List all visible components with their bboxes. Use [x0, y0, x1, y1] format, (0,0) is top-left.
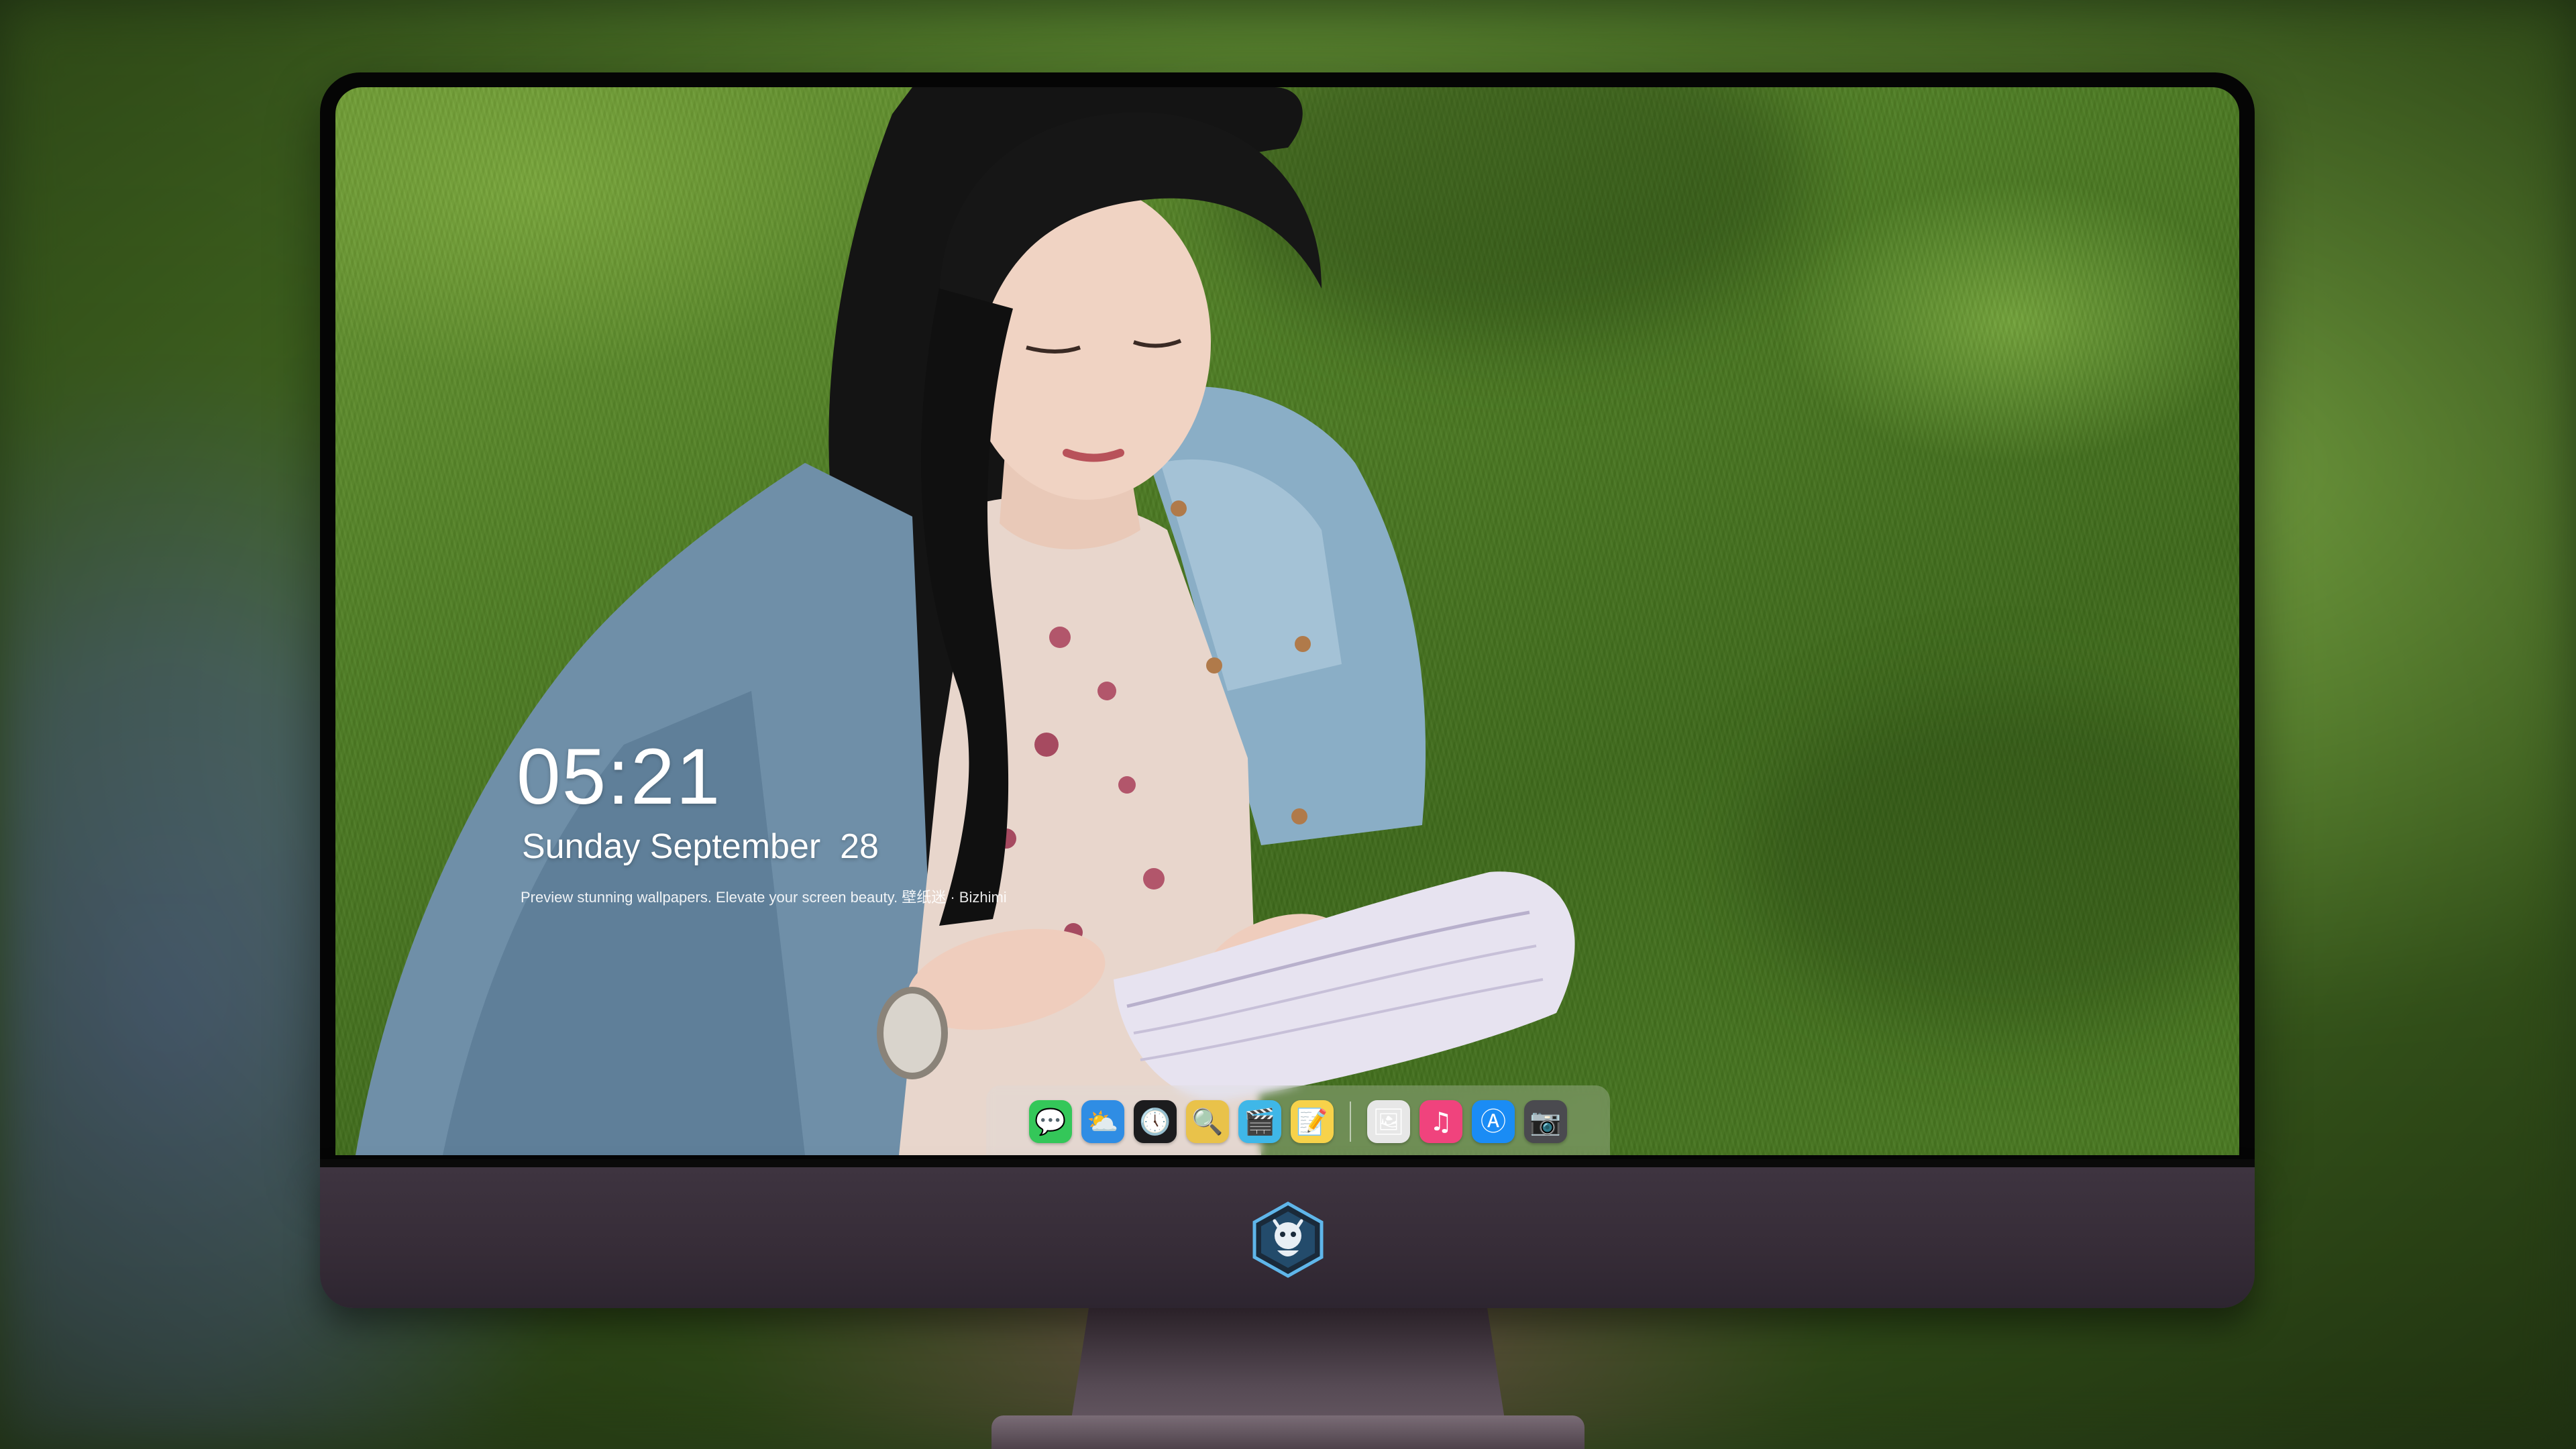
brand-logo-icon: [1252, 1201, 1324, 1278]
lockscreen-tagline: Preview stunning wallpapers. Elevate you…: [521, 889, 1007, 906]
photo-booth-icon[interactable]: 🖼: [1367, 1100, 1410, 1143]
music-icon[interactable]: ♫: [1419, 1100, 1462, 1143]
weather-icon[interactable]: ⛅: [1081, 1100, 1124, 1143]
camera-icon[interactable]: 📷: [1524, 1100, 1567, 1143]
monitor-stand-base: [991, 1415, 1585, 1449]
lockscreen-date: Sunday September 28: [522, 827, 879, 866]
app-store-icon[interactable]: Ⓐ: [1472, 1100, 1515, 1143]
screen-bottom-bezel: [320, 1159, 2255, 1167]
wallpaper-woman-reading: [356, 87, 1575, 1155]
dock: 💬 ⛅ 🕔 🔍 🎬 📝 🖼 ♫ Ⓐ 📷: [986, 1085, 1610, 1155]
clips-icon[interactable]: 🎬: [1238, 1100, 1281, 1143]
monitor-screen: 05:21 Sunday September 28 Preview stunni…: [335, 87, 2239, 1155]
lockscreen-time: 05:21: [517, 733, 722, 821]
messages-icon[interactable]: 💬: [1029, 1100, 1072, 1143]
clock-icon[interactable]: 🕔: [1134, 1100, 1177, 1143]
notes-icon[interactable]: 📝: [1291, 1100, 1334, 1143]
preview-icon[interactable]: 🔍: [1186, 1100, 1229, 1143]
dock-separator: [1350, 1102, 1351, 1142]
